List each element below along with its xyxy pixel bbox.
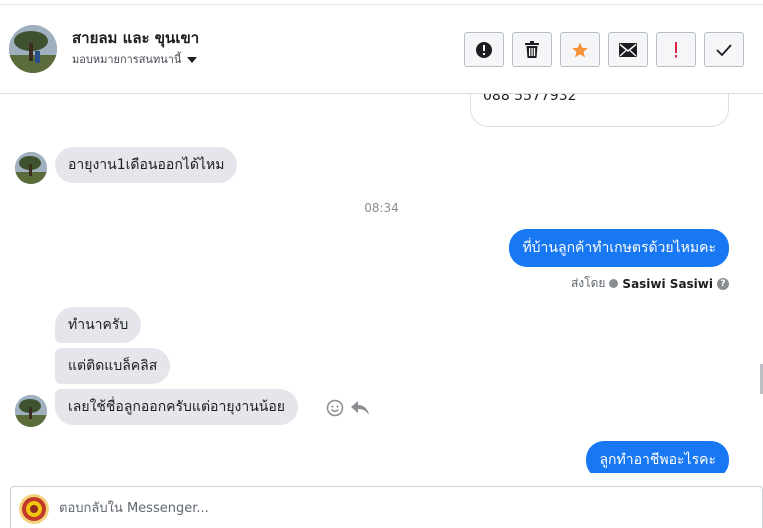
message-bubble-incoming[interactable]: เลยใช้ชื่อลูกออกครับแต่อายุงานน้อย [55,389,298,425]
sent-by-line: ส่งโดย Sasiwi Sasiwi ? [571,274,729,293]
contact-name[interactable]: สายลม และ ขุนเขา [72,26,199,50]
contact-avatar-small [15,152,47,184]
reply-icon[interactable] [350,400,370,416]
reply-composer [10,486,763,528]
message-bubble-incoming[interactable]: อายุงาน1เดือนออกได้ไหม [55,147,238,183]
caret-down-icon [187,56,198,63]
mark-done-button[interactable] [704,32,744,67]
contact-phone: 088 5577932 [483,94,577,104]
mark-unread-button[interactable] [608,32,648,67]
sent-by-label: ส่งโดย [570,276,606,290]
trash-icon [525,40,539,58]
agent-status-icon [609,279,619,288]
contact-info-card: 088 5577932 [470,94,729,127]
messenger-conversation: สายลม และ ขุนเขา มอบหมายการสนทนานี้ 088 … [0,0,763,528]
envelope-icon [619,42,637,57]
star-icon [572,42,588,57]
message-actions [326,399,370,417]
sent-by-name: Sasiwi Sasiwi [622,276,713,291]
assign-conversation-dropdown[interactable]: มอบหมายการสนทนานี้ [72,50,198,68]
check-icon [716,43,732,56]
contact-avatar[interactable] [9,25,57,73]
message-bubble-incoming[interactable]: ทำนาครับ [55,307,142,343]
assign-label: มอบหมายการสนทนานี้ [72,53,182,66]
conversation-header: สายลม และ ขุนเขา มอบหมายการสนทนานี้ [0,0,763,94]
contact-avatar-small [15,395,47,427]
reply-input[interactable] [59,496,739,520]
divider [0,4,763,5]
help-icon[interactable]: ? [717,277,729,290]
message-bubble-outgoing[interactable]: ลูกทำอาชีพอะไรคะ [586,441,729,473]
star-button[interactable] [560,32,600,67]
page-avatar-icon [19,494,49,524]
conversation-toolbar [464,32,744,67]
mark-spam-button[interactable] [464,32,504,67]
message-thread[interactable]: 088 5577932 อายุงาน1เดือนออกได้ไหม 08:34… [0,94,763,473]
message-timestamp: 08:34 [364,201,399,215]
exclamation-icon [675,41,677,57]
smiley-icon[interactable] [326,399,344,417]
delete-button[interactable] [512,32,552,67]
message-bubble-outgoing[interactable]: ที่บ้านลูกค้าทำเกษตรด้วยไหมคะ [509,229,729,267]
message-bubble-incoming[interactable]: แต่ติดแบล็คลิส [55,348,171,384]
follow-up-button[interactable] [656,32,696,67]
alert-circle-icon [476,41,492,58]
